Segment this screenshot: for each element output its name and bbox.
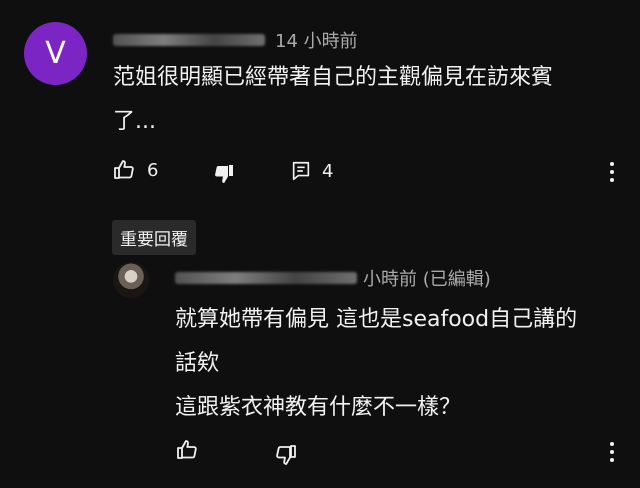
comment-text-line: 了...: [113, 109, 156, 134]
reply-text-line: 話欸: [175, 351, 220, 376]
reply-button[interactable]: 4: [290, 160, 333, 182]
dot: [610, 450, 614, 454]
comment-header: 14 小時前: [113, 28, 358, 52]
thumbs-up-icon: [177, 440, 197, 459]
reply-text-line: 就算她帶有偏見 這也是seafood自己講的: [175, 307, 578, 332]
comment-text: 范姐很明顯已經帶著自己的主觀偏見在訪來賓 了...: [113, 56, 553, 144]
dot: [610, 442, 614, 446]
author-name-blurred[interactable]: [113, 34, 265, 46]
dot: [610, 170, 614, 174]
reply-icon: [292, 161, 310, 181]
thumbs-up-icon: [114, 160, 134, 179]
more-vert-icon[interactable]: [602, 160, 622, 184]
thumbs-down-icon: [276, 445, 296, 465]
like-count: 6: [147, 159, 159, 181]
dot: [610, 178, 614, 182]
reply-text-line: 這跟紫衣神教有什麼不一樣？: [175, 395, 462, 420]
dislike-button[interactable]: [212, 162, 236, 190]
reply-text: 就算她帶有偏見 這也是seafood自己講的 話欸 這跟紫衣神教有什麼不一樣？: [175, 298, 577, 430]
reply-count: 4: [322, 160, 334, 182]
reply-header: 小時前 (已編輯): [175, 266, 491, 290]
highlighted-reply-badge: 重要回覆: [112, 220, 196, 255]
dot: [610, 458, 614, 462]
thumbs-down-icon: [215, 165, 233, 183]
reply-avatar[interactable]: [113, 262, 149, 298]
reply-time: 小時前 (已編輯): [363, 269, 491, 290]
comment-time: 14 小時前: [275, 31, 358, 52]
dot: [610, 162, 614, 166]
comment-text-line: 范姐很明顯已經帶著自己的主觀偏見在訪來賓: [113, 65, 554, 90]
reply-like-button[interactable]: [175, 438, 199, 466]
more-vert-icon[interactable]: [602, 440, 622, 464]
avatar-letter: V: [45, 36, 66, 71]
reply-dislike-button[interactable]: [274, 443, 298, 471]
reply-author-blurred[interactable]: [175, 272, 357, 284]
like-button[interactable]: 6: [112, 158, 158, 182]
avatar[interactable]: V: [24, 22, 87, 85]
